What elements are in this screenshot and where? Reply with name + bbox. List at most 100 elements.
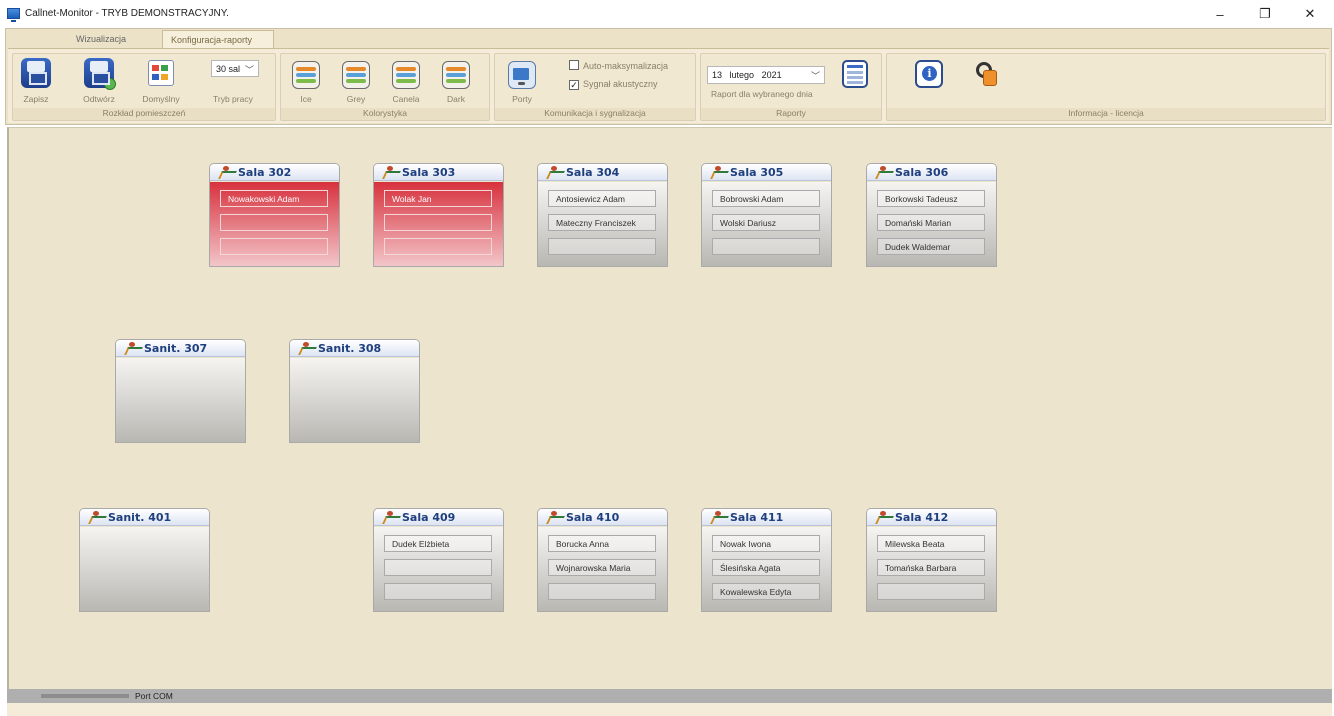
nurse-call-icon — [126, 342, 140, 354]
save-button[interactable]: Zapisz — [19, 58, 53, 104]
nurse-call-icon — [712, 511, 726, 523]
status-bar: Port COM — [7, 689, 1332, 703]
patient-slot[interactable] — [384, 583, 492, 600]
patient-slot[interactable] — [548, 583, 656, 600]
patient-slot[interactable]: Ślesińska Agata — [712, 559, 820, 576]
title-bar: Callnet-Monitor - TRYB DEMONSTRACYJNY. –… — [0, 0, 1334, 28]
report-date-picker[interactable]: 13 lutego 2021 ﹀ — [707, 66, 825, 84]
patient-slot[interactable]: Nowak Iwona — [712, 535, 820, 552]
room-name: Sanit. 307 — [144, 342, 208, 355]
theme-ice-button[interactable]: Ice — [289, 58, 323, 104]
patient-slot[interactable] — [877, 583, 985, 600]
nurse-call-icon — [384, 166, 398, 178]
room-card[interactable]: Sala 410 Borucka Anna Wojnarowska Maria — [537, 508, 668, 612]
patient-slot[interactable] — [712, 238, 820, 255]
sound-signal-checkbox[interactable]: ✓ Sygnał akustyczny — [569, 79, 658, 90]
generate-report-button[interactable] — [839, 58, 871, 88]
room-name: Sala 302 — [238, 166, 292, 179]
room-name: Sanit. 401 — [108, 511, 172, 524]
grid-layout-icon — [148, 60, 174, 86]
chevron-down-icon: ﹀ — [244, 65, 254, 75]
room-card[interactable]: Sala 411 Nowak Iwona Ślesińska Agata Kow… — [701, 508, 832, 612]
floppy-restore-icon — [84, 58, 116, 90]
restore-button[interactable]: ❐ — [1245, 0, 1285, 28]
patient-slot[interactable]: Wojnarowska Maria — [548, 559, 656, 576]
ports-button[interactable]: Porty — [505, 58, 539, 104]
patient-slot[interactable] — [384, 238, 492, 255]
patient-slot[interactable]: Kowalewska Edyta — [712, 583, 820, 600]
color-theme-icon — [342, 61, 370, 89]
patient-slot[interactable]: Wolski Dariusz — [712, 214, 820, 231]
close-button[interactable]: ✕ — [1290, 0, 1330, 28]
room-name: Sala 412 — [895, 511, 949, 524]
patient-slot[interactable] — [220, 238, 328, 255]
room-name: Sala 409 — [402, 511, 456, 524]
theme-dark-button[interactable]: Dark — [439, 58, 473, 104]
rooms-canvas: Sala 302 Nowakowski Adam Sala 303 Wolak … — [7, 127, 1332, 689]
patient-slot[interactable]: Nowakowski Adam — [220, 190, 328, 207]
minimize-button[interactable]: – — [1200, 0, 1240, 28]
group-title-communication: Komunikacja i sygnalizacja — [495, 108, 695, 120]
nurse-call-icon — [220, 166, 234, 178]
group-communication: Porty Auto-maksymalizacja ✓ Sygnał akusty… — [494, 53, 696, 121]
room-card[interactable]: Sala 412 Milewska Beata Tomańska Barbara — [866, 508, 997, 612]
color-theme-icon — [292, 61, 320, 89]
default-layout-button[interactable]: Domyślny — [141, 58, 181, 104]
color-theme-icon — [442, 61, 470, 89]
nurse-call-icon — [712, 166, 726, 178]
room-card[interactable]: Sanit. 308 — [289, 339, 420, 443]
tab-wizualizacja[interactable]: Wizualizacja — [68, 30, 158, 48]
patient-slot[interactable] — [384, 559, 492, 576]
nurse-call-icon — [877, 511, 891, 523]
room-card[interactable]: Sanit. 307 — [115, 339, 246, 443]
room-card[interactable]: Sala 305 Bobrowski Adam Wolski Dariusz — [701, 163, 832, 267]
group-title-colors: Kolorystyka — [281, 108, 489, 120]
patient-slot[interactable]: Bobrowski Adam — [712, 190, 820, 207]
report-document-icon — [842, 60, 868, 88]
license-button[interactable] — [971, 58, 1001, 88]
nurse-call-icon — [548, 166, 562, 178]
patient-slot[interactable]: Milewska Beata — [877, 535, 985, 552]
ribbon-body: Zapisz Odtwórz Domyślny 30 sal ﹀ Tryb pr… — [8, 48, 1329, 123]
restore-layout-button[interactable]: Odtwórz — [79, 58, 119, 104]
group-title-info: Informacja - licencja — [887, 108, 1325, 120]
group-info-license: Informacja - licencja — [886, 53, 1326, 121]
report-date-label: Raport dla wybranego dnia — [711, 89, 813, 99]
patient-slot[interactable] — [220, 214, 328, 231]
room-card[interactable]: Sala 306 Borkowski Tadeusz Domański Mari… — [866, 163, 997, 267]
room-name: Sala 305 — [730, 166, 784, 179]
patient-slot[interactable] — [548, 238, 656, 255]
app-monitor-icon — [7, 8, 20, 22]
patient-slot[interactable]: Domański Marian — [877, 214, 985, 231]
auto-maximize-checkbox[interactable]: Auto-maksymalizacja — [569, 60, 668, 71]
port-com-label: Port COM — [135, 691, 173, 701]
room-card[interactable]: Sala 304 Antosiewicz Adam Mateczny Franc… — [537, 163, 668, 267]
room-name: Sala 306 — [895, 166, 949, 179]
theme-canela-button[interactable]: Canela — [389, 58, 423, 104]
patient-slot[interactable]: Borkowski Tadeusz — [877, 190, 985, 207]
info-button[interactable] — [913, 58, 945, 88]
room-card[interactable]: Sala 303 Wolak Jan — [373, 163, 504, 267]
work-mode-select[interactable]: 30 sal ﹀ — [211, 60, 259, 77]
patient-slot[interactable]: Wolak Jan — [384, 190, 492, 207]
patient-slot[interactable]: Tomańska Barbara — [877, 559, 985, 576]
floppy-save-icon — [21, 58, 51, 88]
patient-slot[interactable]: Dudek Elżbieta — [384, 535, 492, 552]
patient-slot[interactable]: Borucka Anna — [548, 535, 656, 552]
work-mode-label: Tryb pracy — [213, 94, 253, 104]
theme-grey-button[interactable]: Grey — [339, 58, 373, 104]
room-card[interactable]: Sala 302 Nowakowski Adam — [209, 163, 340, 267]
patient-slot[interactable]: Mateczny Franciszek — [548, 214, 656, 231]
patient-slot[interactable]: Dudek Waldemar — [877, 238, 985, 255]
checkbox-unchecked-icon — [569, 60, 579, 70]
patient-slot[interactable] — [384, 214, 492, 231]
room-card[interactable]: Sala 409 Dudek Elżbieta — [373, 508, 504, 612]
port-progress-bar — [41, 694, 129, 698]
patient-slot[interactable]: Antosiewicz Adam — [548, 190, 656, 207]
room-card[interactable]: Sanit. 401 — [79, 508, 210, 612]
room-name: Sala 304 — [566, 166, 620, 179]
room-name: Sala 303 — [402, 166, 456, 179]
tab-konfiguracja-raporty[interactable]: Konfiguracja-raporty — [162, 30, 274, 48]
ribbon: Wizualizacja Konfiguracja-raporty Zapisz… — [5, 28, 1332, 125]
group-title-reports: Raporty — [701, 108, 881, 120]
